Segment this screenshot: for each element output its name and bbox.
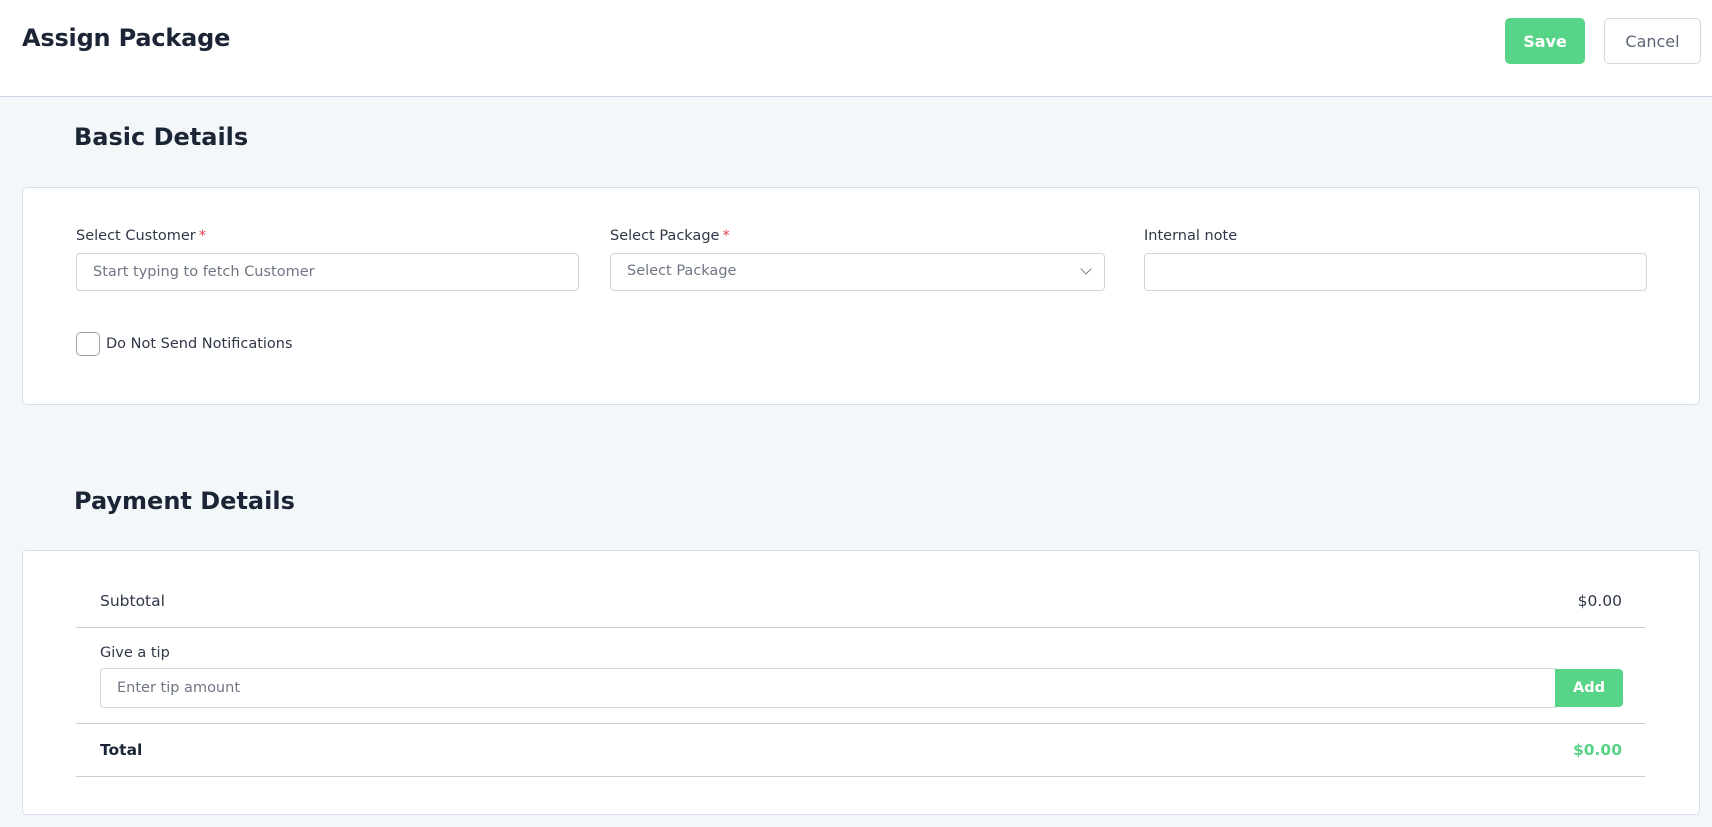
package-select[interactable]: Select Package <box>610 253 1105 291</box>
customer-search-input[interactable] <box>76 253 579 291</box>
do-not-send-notifications-checkbox[interactable] <box>76 332 100 356</box>
add-tip-button[interactable]: Add <box>1555 669 1623 707</box>
payment-details-title: Payment Details <box>74 487 295 515</box>
subtotal-label: Subtotal <box>100 592 165 610</box>
package-label-text: Select Package <box>610 228 720 244</box>
chevron-down-icon <box>1080 263 1092 275</box>
total-value: $0.00 <box>1572 741 1622 759</box>
cancel-button[interactable]: Cancel <box>1604 18 1701 64</box>
package-select-value: Select Package <box>627 263 737 279</box>
total-label: Total <box>100 741 143 759</box>
internal-note-label: Internal note <box>1144 228 1238 244</box>
basic-details-card <box>22 187 1700 405</box>
divider <box>76 776 1645 777</box>
basic-details-title: Basic Details <box>74 123 249 151</box>
customer-label: Select Customer * <box>76 228 206 244</box>
internal-note-input[interactable] <box>1144 253 1647 291</box>
required-mark: * <box>198 228 207 244</box>
page-title: Assign Package <box>22 24 231 52</box>
subtotal-value: $0.00 <box>1577 592 1622 610</box>
required-mark: * <box>722 228 730 244</box>
do-not-send-notifications-label: Do Not Send Notifications <box>106 336 293 352</box>
tip-label: Give a tip <box>100 645 170 661</box>
divider <box>76 723 1645 724</box>
package-label: Select Package * <box>610 228 730 244</box>
tip-amount-input[interactable] <box>100 668 1556 708</box>
customer-label-text: Select Customer <box>76 228 196 244</box>
page-header: Assign Package Save Cancel <box>0 0 1712 97</box>
save-button[interactable]: Save <box>1505 18 1585 64</box>
tip-input-group: Add <box>100 668 1623 708</box>
divider <box>76 627 1645 628</box>
